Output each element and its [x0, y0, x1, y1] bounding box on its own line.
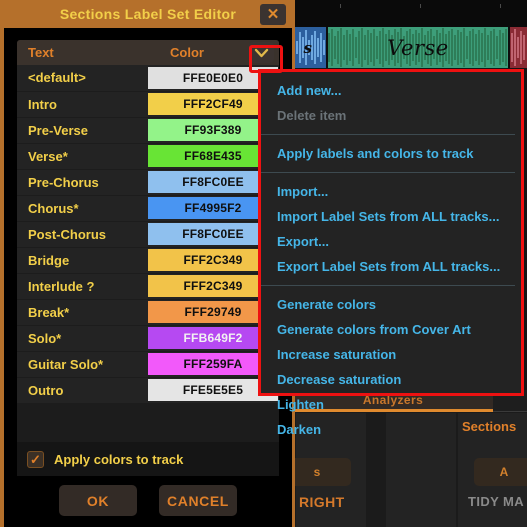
column-header-text: Text	[17, 40, 148, 65]
label-text-cell[interactable]: Verse*	[17, 143, 148, 170]
audio-clip-blue[interactable]: s	[290, 27, 326, 68]
table-row[interactable]: Intro FFF2CF49	[17, 91, 279, 118]
waveform-icon	[511, 29, 525, 66]
close-icon[interactable]: ✕	[260, 4, 286, 25]
screen: s Verse Analyzers Sections s A RIGHT TID…	[0, 0, 527, 527]
label-set-table: Text Color <default> FFE0E0E0 Intro FFF2CF4…	[17, 40, 279, 476]
table-row[interactable]: Post-Chorus FF8FC0EE	[17, 221, 279, 248]
menu-item[interactable]: Export...	[261, 229, 521, 254]
clip-blue-label: s	[303, 38, 313, 57]
audio-track-lane[interactable]: s Verse	[290, 27, 527, 68]
menu-item[interactable]: Darken	[261, 417, 521, 442]
apply-colors-checkbox-row[interactable]: ✓ Apply colors to track	[17, 442, 279, 476]
menu-item: Delete item	[277, 108, 347, 123]
table-row[interactable]: Solo* FFB649F2	[17, 325, 279, 352]
label-text-cell[interactable]: Bridge	[17, 247, 148, 274]
checkbox-icon[interactable]: ✓	[27, 450, 44, 468]
table-header-row: Text Color	[17, 40, 279, 65]
ok-button[interactable]: OK	[59, 485, 137, 516]
menu-item[interactable]: Add new...	[261, 78, 521, 103]
menu-item[interactable]: Import Label Sets from ALL tracks...	[261, 204, 521, 229]
dialog-button-row: OK CANCEL	[4, 485, 292, 516]
label-text-cell[interactable]: Solo*	[17, 325, 148, 352]
menu-item[interactable]: Decrease saturation	[261, 367, 521, 392]
menu-item[interactable]: Increase saturation	[261, 342, 521, 367]
tidy-label: TIDY MA	[468, 494, 525, 509]
right-label: RIGHT	[299, 494, 345, 510]
table-row[interactable]: Break* FFF29749	[17, 299, 279, 326]
table-row[interactable]: Interlude ? FFF2C349	[17, 273, 279, 300]
menu-item[interactable]: Lighten	[261, 392, 521, 417]
highlight-annotation-chevron	[249, 45, 283, 73]
label-text-cell[interactable]: Interlude ?	[17, 273, 148, 300]
menu-item[interactable]: Generate colors	[261, 292, 521, 317]
menu-separator	[261, 134, 515, 135]
label-set-context-menu: Add new... Delete item Apply labels and co…	[258, 69, 524, 437]
table-row[interactable]: Pre-Verse FF93F389	[17, 117, 279, 144]
label-text-cell[interactable]: <default>	[17, 65, 148, 92]
table-row[interactable]: Guitar Solo* FFF259FA	[17, 351, 279, 378]
cancel-button[interactable]: CANCEL	[159, 485, 237, 516]
label-text-cell[interactable]: Intro	[17, 91, 148, 118]
apply-colors-label: Apply colors to track	[54, 451, 184, 467]
table-body: <default> FFE0E0E0 Intro FFF2CF49 Pre-Verse F…	[17, 65, 279, 404]
menu-item[interactable]: Import...	[261, 179, 521, 204]
table-row[interactable]: Chorus* FF4995F2	[17, 195, 279, 222]
label-text-cell[interactable]: Post-Chorus	[17, 221, 148, 248]
sections-label-set-editor-dialog: Sections Label Set Editor ✕ Text Color <…	[0, 0, 295, 527]
table-row[interactable]: <default> FFE0E0E0	[17, 65, 279, 92]
menu-item[interactable]: Apply labels and colors to track	[261, 141, 521, 166]
label-text-cell[interactable]: Chorus*	[17, 195, 148, 222]
column-header-color-label: Color	[170, 45, 204, 60]
dialog-title: Sections Label Set Editor	[59, 6, 237, 22]
clip-verse-label: Verse	[387, 35, 449, 60]
label-text-cell[interactable]: Guitar Solo*	[17, 351, 148, 378]
menu-item[interactable]: Generate colors from Cover Art	[261, 317, 521, 342]
label-text-cell[interactable]: Pre-Chorus	[17, 169, 148, 196]
menu-item[interactable]: Export Label Sets from ALL tracks...	[261, 254, 521, 279]
label-text-cell[interactable]: Break*	[17, 299, 148, 326]
table-row[interactable]: Pre-Chorus FF8FC0EE	[17, 169, 279, 196]
label-text-cell[interactable]: Pre-Verse	[17, 117, 148, 144]
table-row[interactable]: Bridge FFF2C349	[17, 247, 279, 274]
label-text-cell[interactable]: Outro	[17, 377, 148, 404]
background-button-right[interactable]: A	[474, 458, 527, 486]
menu-separator	[261, 285, 515, 286]
table-row[interactable]: Verse* FF68E435	[17, 143, 279, 170]
audio-clip-red[interactable]	[510, 27, 527, 68]
table-row[interactable]: Outro FFE5E5E5	[17, 377, 279, 404]
menu-separator	[261, 172, 515, 173]
audio-clip-verse[interactable]: Verse	[328, 27, 508, 68]
dialog-titlebar[interactable]: Sections Label Set Editor ✕	[4, 0, 292, 28]
